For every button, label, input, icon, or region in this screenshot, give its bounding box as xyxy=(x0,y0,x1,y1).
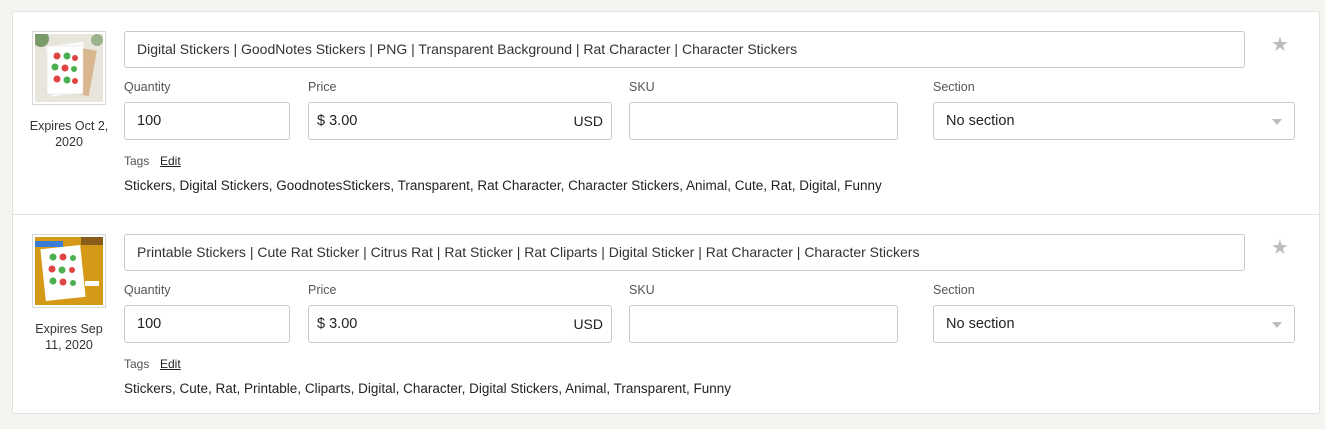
currency-symbol: $ xyxy=(317,113,326,129)
sku-label: SKU xyxy=(629,80,655,94)
tags-label: Tags xyxy=(124,154,150,168)
star-icon[interactable]: ★ xyxy=(1271,35,1291,55)
listing-row: Expires Sep 11, 2020 Printable Stickers … xyxy=(13,214,1319,417)
listings-panel: Expires Oct 2, 2020 Digital Stickers | G… xyxy=(12,11,1320,414)
expiry-date: Expires Sep 11, 2020 xyxy=(35,322,103,352)
section-value: No section xyxy=(946,113,1015,129)
thumbnail-image xyxy=(35,34,103,102)
thumbnail-image xyxy=(35,237,103,305)
currency-code: USD xyxy=(573,113,603,129)
tags-list: Stickers, Digital Stickers, GoodnotesSti… xyxy=(124,178,882,193)
chevron-down-icon xyxy=(1272,322,1282,328)
tags-edit-link[interactable]: Edit xyxy=(160,357,181,371)
price-value: 3.00 xyxy=(329,113,358,129)
section-value: No section xyxy=(946,316,1015,332)
section-select[interactable]: No section xyxy=(933,102,1295,140)
listing-thumbnail[interactable] xyxy=(32,234,106,308)
quantity-label: Quantity xyxy=(124,283,171,297)
price-input[interactable]: $ 3.00 USD xyxy=(308,102,612,140)
chevron-down-icon xyxy=(1272,119,1282,125)
expiry-date: Expires Oct 2, 2020 xyxy=(29,119,109,149)
currency-code: USD xyxy=(573,316,603,332)
quantity-input[interactable]: 100 xyxy=(124,305,290,343)
price-input[interactable]: $ 3.00 USD xyxy=(308,305,612,343)
price-label: Price xyxy=(308,80,337,94)
currency-symbol: $ xyxy=(317,316,326,332)
sku-input[interactable] xyxy=(629,305,898,343)
listing-thumbnail[interactable] xyxy=(32,31,106,105)
listing-title-input[interactable]: Printable Stickers | Cute Rat Sticker | … xyxy=(124,234,1245,271)
quantity-input[interactable]: 100 xyxy=(124,102,290,140)
listing-row: Expires Oct 2, 2020 Digital Stickers | G… xyxy=(13,12,1319,214)
quantity-label: Quantity xyxy=(124,80,171,94)
section-label: Section xyxy=(933,283,975,297)
tags-list: Stickers, Cute, Rat, Printable, Cliparts… xyxy=(124,381,731,396)
section-select[interactable]: No section xyxy=(933,305,1295,343)
tags-label: Tags xyxy=(124,357,150,371)
section-label: Section xyxy=(933,80,975,94)
tags-edit-link[interactable]: Edit xyxy=(160,154,181,168)
price-label: Price xyxy=(308,283,337,297)
price-value: 3.00 xyxy=(329,316,358,332)
star-icon[interactable]: ★ xyxy=(1271,238,1291,258)
sku-input[interactable] xyxy=(629,102,898,140)
sku-label: SKU xyxy=(629,283,655,297)
listing-title-input[interactable]: Digital Stickers | GoodNotes Stickers | … xyxy=(124,31,1245,68)
